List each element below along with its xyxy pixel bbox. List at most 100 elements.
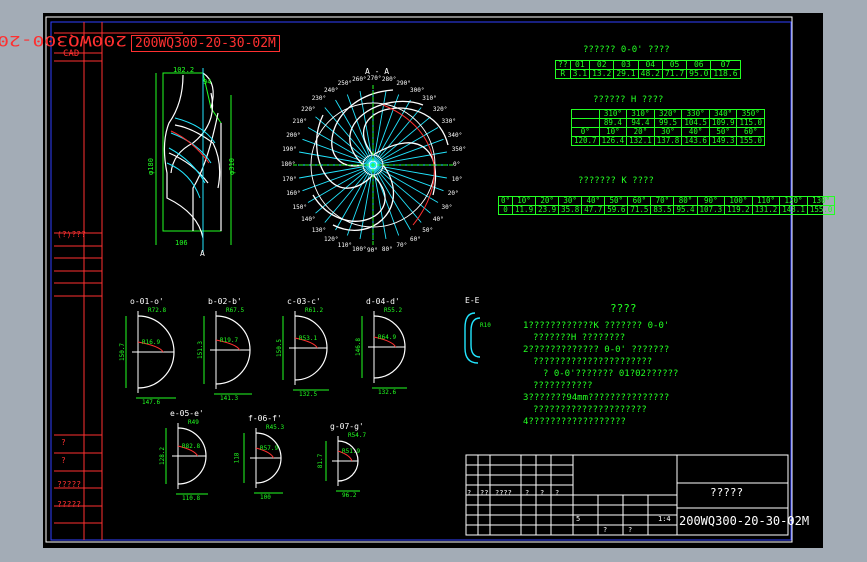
section-drawing <box>282 311 329 391</box>
section-drawing <box>125 311 176 399</box>
angle-label: 300° <box>410 86 425 94</box>
tb-cell-3: ???? <box>495 489 512 497</box>
k-table-cell: 0 <box>497 205 514 215</box>
left-row-3: ????? <box>57 480 82 489</box>
left-row-1: ? <box>61 438 66 447</box>
k-table-cell: 83.5 <box>650 205 675 215</box>
height-table-cell: 155.0 <box>736 136 766 146</box>
table1-title: ?????? 0-0' ???? <box>583 45 670 55</box>
angle-label: 260° <box>352 76 367 84</box>
angle-label: 90° <box>367 247 378 254</box>
section-title: f-06-f' <box>248 414 282 423</box>
section-height: 118 <box>233 452 241 464</box>
section-radius: R67.5 <box>226 307 245 314</box>
note-line: ??????????? <box>533 381 593 391</box>
angle-label: 180° <box>281 161 296 168</box>
section-height: 81.7 <box>317 453 325 469</box>
section-title: e-05-e' <box>170 409 204 418</box>
k-table-cell: 131.2 <box>751 205 781 215</box>
angle-label: 30° <box>441 204 453 211</box>
angle-label: 50° <box>422 226 434 234</box>
angle-label: 340° <box>447 131 463 139</box>
drawing-svg <box>45 16 793 543</box>
angle-label: 130° <box>311 226 327 234</box>
section-inner-radius: R82.8 <box>182 443 201 450</box>
left-row-2: ? <box>61 456 66 465</box>
angle-label: 210° <box>292 118 307 125</box>
angle-label: 20° <box>447 190 459 198</box>
section-height: 146.8 <box>355 337 363 357</box>
section-ee-radius: R10 <box>480 322 491 329</box>
angle-label: 150° <box>292 204 307 211</box>
section-height: 150.7 <box>119 342 127 362</box>
tb-cell-6: ? <box>555 489 560 497</box>
section-title: d-04-d' <box>366 297 400 306</box>
notes-title: ???? <box>610 302 637 315</box>
tb-cell-2: ?? <box>480 489 489 497</box>
radius-table-row: R 3.1 13.2 29.1 48.2 71.7 95.0 118.6 <box>555 69 741 79</box>
angle-label: 170° <box>282 175 297 183</box>
section-radius: R54.7 <box>348 432 367 439</box>
section-inner-radius: R19.7 <box>220 337 239 344</box>
angle-label: 10° <box>451 175 463 183</box>
radius-table-cell: 13.2 <box>589 69 615 79</box>
section-width: 147.6 <box>142 399 161 406</box>
section-radius: R45.3 <box>266 424 285 431</box>
note-line: ????????????????????? <box>533 405 647 415</box>
angle-label: 0° <box>453 161 461 168</box>
angle-label: 190° <box>282 146 297 154</box>
height-table: 310° 310° 320° 330° 340° 350° 89.4 94.4 99.5 104.… <box>571 109 766 146</box>
section-title: c-03-c' <box>287 297 321 306</box>
drawing-code: 200WQ300-20-30-02M <box>679 514 810 528</box>
section-height: 150.5 <box>276 338 284 358</box>
section-width: 110.8 <box>182 495 201 502</box>
angle-label: 80° <box>381 245 393 253</box>
section-radius: R55.2 <box>384 307 403 314</box>
radius-table: ?? 01 02 03 04 05 06 07 R 3.1 13.2 29.1 48.2 71.7 95.0… <box>555 60 741 79</box>
k-table-cell: 47.7 <box>581 205 606 215</box>
k-table-cell: 11.9 <box>512 205 537 215</box>
k-table-cell: 155.0 <box>806 205 836 215</box>
height-table-cell: 149.3 <box>708 136 738 146</box>
height-table-cell: 132.1 <box>626 136 655 146</box>
section-drawing <box>165 423 208 495</box>
section-height: 151.3 <box>197 340 205 360</box>
note-line: 4?????????????????? <box>523 417 626 427</box>
cad-label: CAD <box>63 49 80 59</box>
note-line: 3???????94mm??????????????? <box>523 393 670 403</box>
angle-label: 320° <box>432 105 448 113</box>
k-table-cell: 23.9 <box>535 205 560 215</box>
angle-label: 70° <box>396 241 408 249</box>
radius-table-cell: 3.1 <box>569 69 591 79</box>
section-height: 128.2 <box>159 446 167 466</box>
section-drawing <box>361 311 407 389</box>
angle-label: 290° <box>396 80 411 88</box>
left-label-1: (?)??? <box>57 230 86 239</box>
section-width: 141.3 <box>220 395 239 402</box>
section-width: 132.6 <box>378 389 397 396</box>
dim-2: 94 <box>203 78 212 86</box>
height-table-cell: 143.6 <box>681 136 710 146</box>
angle-label: 140° <box>301 216 316 224</box>
angle-label: 40° <box>432 216 444 224</box>
angle-label: 230° <box>311 95 327 103</box>
height-table-cell: 126.4 <box>598 136 628 146</box>
radius-table-cell: 95.0 <box>686 69 712 79</box>
radius-table-cell: 29.1 <box>613 69 639 79</box>
note-line: ?????????????????????? <box>533 357 653 367</box>
table2-title: ?????? H ???? <box>593 95 664 105</box>
note-line: 2????????????? 0-0' ??????? <box>523 345 670 355</box>
section-radius: R61.2 <box>305 307 324 314</box>
section-inner-radius: R16.9 <box>142 339 161 346</box>
dim-5: φ310 <box>227 158 236 175</box>
radius-table-cell: 71.7 <box>661 69 688 79</box>
k-table-row: 0 11.9 23.9 35.8 47.7 59.6 71.5 83.5 95.4 107.3 11… <box>497 205 836 215</box>
drawing-canvas[interactable]: 200WQ300-20-30-02M CAD (?)??? ? ? ???? ? … <box>0 13 836 548</box>
angle-label: 350° <box>451 146 467 154</box>
radius-table-cell: 118.6 <box>710 69 741 79</box>
angle-label: 220° <box>301 105 316 113</box>
height-table-cell: 120.7 <box>571 136 600 146</box>
k-table: 0° 10° 20° 30° 40° 50° 60° 70° 80° 90° 100° 110° 120… <box>497 196 836 215</box>
dim-4: φ180 <box>146 158 155 175</box>
section-width: 96.2 <box>342 492 357 499</box>
